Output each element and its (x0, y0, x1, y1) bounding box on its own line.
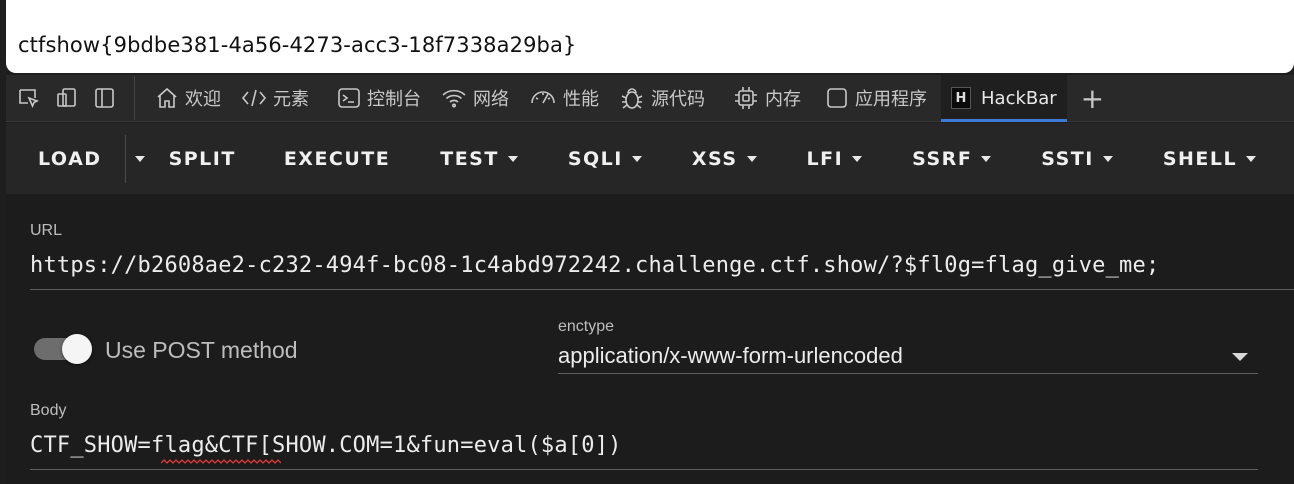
tab-application[interactable]: 应用程序 (815, 75, 937, 122)
load-dropdown-button[interactable] (126, 123, 169, 194)
chevron-down-icon (852, 155, 863, 162)
tab-console[interactable]: 控制台 (327, 75, 431, 122)
page-flag-text: ctfshow{9bdbe381-4a56-4273-acc3-18f7338a… (18, 33, 577, 57)
hackbar-main-panel: URL https://b2608ae2-c232-494f-bc08-1c4a… (6, 194, 1294, 484)
xss-menu-button[interactable]: XSS (692, 123, 807, 194)
ssrf-menu-label: SSRF (912, 147, 973, 170)
spellcheck-underline (161, 459, 281, 464)
tab-console-label: 控制台 (367, 89, 421, 110)
app-icon (827, 88, 847, 108)
split-button[interactable]: SPLIT (169, 123, 284, 194)
chevron-down-icon (134, 155, 145, 162)
tab-hackbar[interactable]: H HackBar (941, 74, 1067, 122)
tab-memory-label: 内存 (765, 89, 801, 110)
enctype-underline (558, 373, 1258, 374)
gauge-icon (531, 91, 555, 104)
toolbar-divider (134, 76, 135, 120)
tab-hackbar-label: HackBar (981, 87, 1057, 109)
wifi-icon (442, 89, 466, 108)
tab-welcome[interactable]: 欢迎 (145, 75, 231, 122)
hackbar-logo-icon: H (951, 87, 971, 109)
tab-elements[interactable]: 元素 (231, 75, 319, 122)
url-input[interactable]: https://b2608ae2-c232-494f-bc08-1c4abd97… (30, 253, 1159, 278)
test-menu-button[interactable]: TEST (440, 123, 568, 194)
hackbar-toolbar: LOAD SPLIT EXECUTE TEST SQLI XSS LFI SSR… (6, 123, 1294, 194)
post-method-toggle[interactable] (34, 334, 92, 364)
body-underline (30, 469, 1258, 470)
page-content-area: ctfshow{9bdbe381-4a56-4273-acc3-18f7338a… (6, 0, 1294, 73)
tab-network-label: 网络 (473, 89, 509, 110)
chevron-down-icon (1102, 155, 1113, 162)
url-underline (30, 289, 1294, 290)
sqli-menu-button[interactable]: SQLI (568, 123, 692, 194)
home-icon (157, 87, 177, 108)
console-icon (338, 88, 360, 108)
toggle-knob (62, 334, 92, 364)
chip-icon (735, 87, 757, 109)
tab-performance[interactable]: 性能 (519, 75, 609, 122)
chevron-down-icon (746, 155, 757, 162)
body-label: Body (30, 402, 67, 419)
enctype-label: enctype (558, 318, 615, 335)
body-input[interactable]: CTF_SHOW=flag&CTF[SHOW.COM=1&fun=eval($a… (30, 433, 622, 458)
lfi-menu-button[interactable]: LFI (807, 123, 913, 194)
ssti-menu-button[interactable]: SSTI (1041, 123, 1163, 194)
inspect-element-icon[interactable] (14, 83, 44, 113)
device-emulation-icon[interactable] (52, 83, 82, 113)
tab-network[interactable]: 网络 (431, 75, 519, 122)
url-label: URL (30, 222, 63, 239)
xss-menu-label: XSS (691, 147, 738, 170)
post-method-label: Use POST method (105, 337, 298, 363)
chevron-down-icon (1246, 155, 1257, 162)
chevron-down-icon[interactable] (1232, 353, 1248, 361)
ssrf-menu-button[interactable]: SSRF (912, 123, 1041, 194)
enctype-select[interactable]: application/x-www-form-urlencoded (558, 343, 903, 369)
tab-welcome-label: 欢迎 (185, 89, 221, 110)
tab-elements-label: 元素 (273, 89, 309, 110)
shell-menu-label: SHELL (1162, 147, 1238, 170)
tab-performance-label: 性能 (563, 89, 599, 110)
shell-menu-button[interactable]: SHELL (1162, 123, 1257, 194)
add-tab-icon[interactable]: + (1067, 82, 1118, 115)
ssti-menu-label: SSTI (1041, 147, 1094, 170)
test-menu-label: TEST (440, 147, 499, 170)
execute-button[interactable]: EXECUTE (284, 123, 440, 194)
devtools-tab-bar: 欢迎 元素 控制台 网络 性能 源代码 内存 应用程序 H HackBar + (6, 74, 1294, 122)
lfi-menu-label: LFI (806, 147, 844, 170)
tab-sources[interactable]: 源代码 (609, 75, 715, 122)
tab-sources-label: 源代码 (651, 89, 705, 110)
bug-icon (621, 88, 643, 109)
tab-application-label: 应用程序 (855, 89, 927, 110)
tab-memory[interactable]: 内存 (723, 75, 811, 122)
code-icon (241, 89, 267, 107)
chevron-down-icon (981, 155, 992, 162)
dock-side-icon[interactable] (90, 83, 120, 113)
load-button[interactable]: LOAD (6, 123, 125, 194)
chevron-down-icon (631, 155, 642, 162)
sqli-menu-label: SQLI (567, 147, 623, 170)
chevron-down-icon (507, 155, 518, 162)
